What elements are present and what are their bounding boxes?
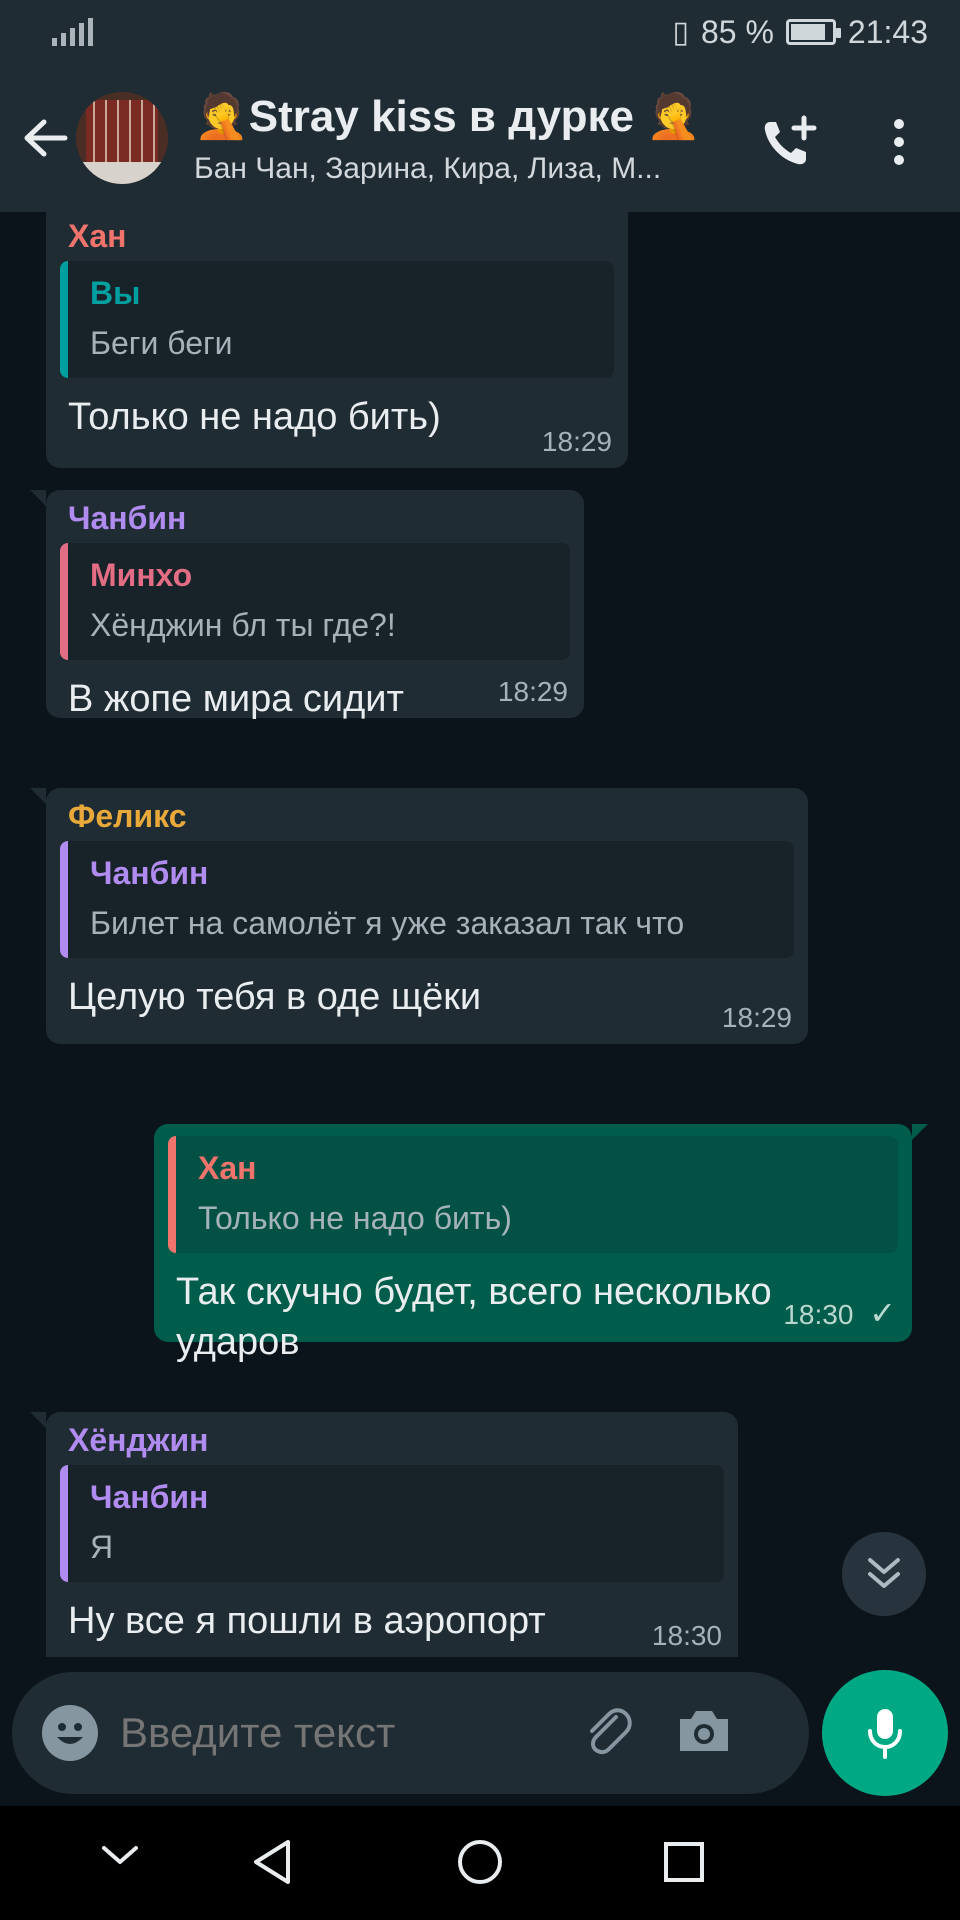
bubble-tail	[30, 490, 46, 506]
message-time: 18:30	[783, 1299, 854, 1330]
triangle-back-icon	[254, 1840, 290, 1884]
chevron-down-icon	[102, 1846, 138, 1864]
message-bubble[interactable]: Хёнджин Чанбин Я Ну все я пошли в аэропо…	[30, 1412, 738, 1657]
message-time: 18:29	[497, 676, 568, 707]
message-sender: Хан	[68, 218, 127, 254]
quoted-message[interactable]: Чанбин Я	[60, 1465, 724, 1582]
message-list[interactable]: Хан Вы Беги беги Только не надо бить) 18…	[0, 212, 960, 1657]
message-sender: Феликс	[68, 798, 187, 834]
more-options-button[interactable]	[886, 118, 912, 171]
message-bubble[interactable]: Хан Вы Беги беги Только не надо бить) 18…	[46, 212, 628, 468]
back-button[interactable]	[20, 113, 70, 163]
message-sender: Хёнджин	[68, 1422, 209, 1458]
message-input[interactable]	[120, 1709, 560, 1757]
nav-back-button[interactable]	[250, 1838, 294, 1891]
vibrate-icon: ▯	[672, 15, 689, 49]
nav-home-button[interactable]	[456, 1838, 504, 1891]
message-sender: Чанбин	[68, 500, 187, 536]
quote-author: Минхо	[90, 557, 193, 593]
quote-text: Хёнджин бл ты где?!	[90, 607, 396, 643]
group-members[interactable]: Бан Чан, Зарина, Кира, Лиза, М...	[194, 152, 734, 186]
arrow-left-icon	[24, 119, 68, 157]
group-title[interactable]: 🤦Stray kiss в дурке 🤦	[194, 90, 734, 142]
message-text: Целую тебя в оде щёки	[68, 976, 482, 1018]
quoted-message[interactable]: Вы Беги беги	[60, 261, 614, 378]
add-call-button[interactable]	[760, 114, 820, 175]
quoted-message[interactable]: Хан Только не надо бить)	[168, 1136, 898, 1253]
quote-author: Чанбин	[90, 1479, 209, 1515]
signal-icon	[52, 18, 93, 46]
circle-home-icon	[458, 1840, 502, 1884]
message-time: 18:29	[541, 426, 612, 457]
camera-icon	[680, 1710, 728, 1751]
quoted-message[interactable]: Чанбин Билет на самолёт я уже заказал та…	[60, 841, 794, 958]
quote-text: Только не надо бить)	[198, 1200, 512, 1236]
more-vertical-icon	[894, 119, 904, 165]
phone-plus-icon	[764, 115, 817, 165]
message-time: 18:30	[651, 1620, 722, 1651]
message-bubble-outgoing[interactable]: Хан Только не надо бить) Так скучно буде…	[154, 1124, 928, 1363]
bubble-tail	[912, 1124, 928, 1140]
message-text: В жопе мира сидит	[68, 678, 404, 720]
microphone-icon	[868, 1709, 902, 1759]
smiley-icon	[57, 1723, 83, 1744]
bubble-tail	[30, 1412, 46, 1428]
message-time: 18:29	[721, 1002, 792, 1033]
chat-header: 🤦Stray kiss в дурке 🤦 Бан Чан, Зарина, К…	[0, 64, 960, 212]
emoji-button[interactable]	[42, 1705, 98, 1761]
sent-check-icon: ✓	[869, 1295, 896, 1331]
system-navigation-bar	[0, 1806, 960, 1920]
quote-text: Билет на самолёт я уже заказал так что	[90, 905, 685, 941]
group-avatar[interactable]	[76, 92, 168, 184]
voice-record-button[interactable]	[822, 1670, 948, 1796]
message-bubble[interactable]: Чанбин Минхо Хёнджин бл ты где?! В жопе …	[30, 490, 584, 720]
quoted-message[interactable]: Минхо Хёнджин бл ты где?!	[60, 543, 570, 660]
message-text: Только не надо бить)	[68, 396, 441, 438]
square-recents-icon	[664, 1842, 704, 1882]
nav-hide-button[interactable]	[100, 1844, 140, 1873]
quote-author: Хан	[198, 1150, 257, 1186]
quote-text: Беги беги	[90, 325, 233, 361]
battery-icon	[785, 19, 841, 45]
message-bubble[interactable]: Феликс Чанбин Билет на самолёт я уже зак…	[30, 788, 808, 1044]
message-composer[interactable]	[12, 1672, 809, 1794]
battery-percent: 85 %	[700, 13, 774, 50]
bubble-tail	[30, 788, 46, 804]
camera-button[interactable]	[676, 1707, 732, 1760]
clock: 21:43	[847, 13, 928, 50]
message-text: Ну все я пошли в аэропорт	[68, 1600, 546, 1642]
nav-recents-button[interactable]	[662, 1840, 706, 1889]
quote-author: Чанбин	[90, 855, 209, 891]
paperclip-icon	[590, 1707, 632, 1754]
quote-text: Я	[90, 1529, 114, 1565]
message-time-status: 18:30 ✓	[783, 1294, 896, 1332]
status-bar: ▯ 85 % 21:43	[0, 0, 960, 64]
message-text: Так скучно будет, всего несколько ударов	[176, 1271, 772, 1363]
scroll-to-bottom-button[interactable]	[842, 1532, 926, 1616]
battery-fill	[790, 24, 825, 40]
quote-author: Вы	[90, 275, 141, 311]
attach-button[interactable]	[580, 1703, 636, 1764]
double-chevron-down-icon	[868, 1558, 900, 1588]
